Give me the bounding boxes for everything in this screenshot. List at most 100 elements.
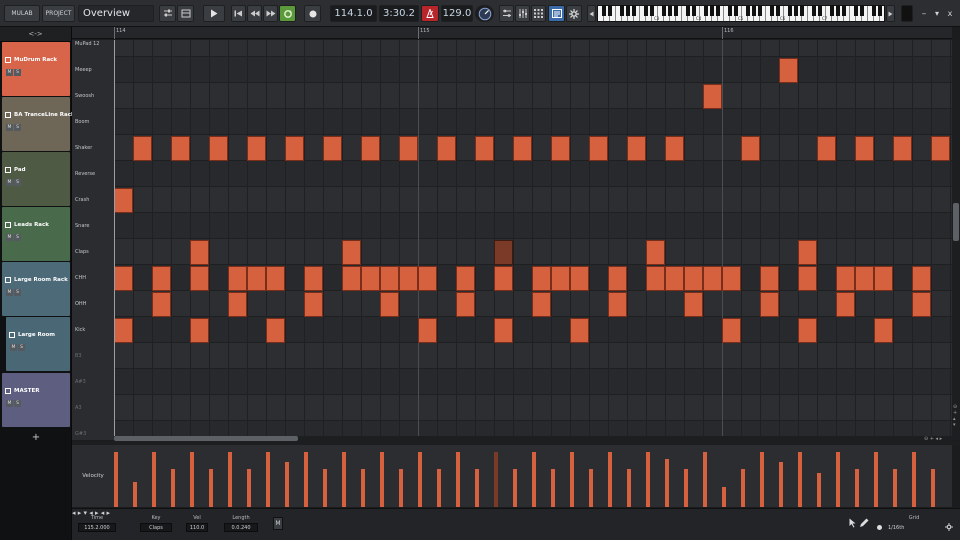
note-kick[interactable] [418,318,437,343]
settings-gear-icon[interactable] [566,5,582,22]
solo-button[interactable]: S [14,124,21,131]
note-chh[interactable] [836,266,855,291]
velocity-bar[interactable] [418,452,422,507]
note-chh[interactable] [190,266,209,291]
project-menu-button[interactable]: PROJECT [42,5,75,22]
black-key[interactable] [686,6,690,16]
rack-view-icon[interactable] [177,5,194,22]
note-shaker[interactable] [247,136,266,161]
velocity-bar[interactable] [209,469,213,507]
black-key[interactable] [884,6,885,16]
velocity-bar[interactable] [874,452,878,507]
grid-icon[interactable] [531,5,546,22]
vertical-zoom-icon[interactable]: ⊖ + ▴ ▾ [953,404,957,428]
note-shaker[interactable] [931,136,950,161]
black-key[interactable] [632,6,636,16]
lane-row[interactable] [114,83,952,109]
velocity-bar[interactable] [912,452,916,507]
note-kick[interactable] [190,318,209,343]
note-kick[interactable] [874,318,893,343]
time-display[interactable]: 3:30.2 [379,5,419,22]
note-ohh[interactable] [836,292,855,317]
velocity-bar[interactable] [304,452,308,507]
note-claps[interactable] [646,240,665,265]
lane-row[interactable] [114,57,952,83]
black-key[interactable] [776,6,780,16]
black-key[interactable] [860,6,864,16]
note-meeep[interactable] [779,58,798,83]
note-ohh[interactable] [608,292,627,317]
note-ohh[interactable] [304,292,323,317]
note-chh[interactable] [494,266,513,291]
velocity-bar[interactable] [513,469,517,507]
velocity-bar[interactable] [741,469,745,507]
track-5[interactable]: Large Room M S [6,317,70,371]
black-key[interactable] [716,6,720,16]
mute-button[interactable]: M [6,234,13,241]
m-button[interactable]: M [273,517,283,530]
black-key[interactable] [626,6,630,16]
velocity-bar[interactable] [779,462,783,507]
note-shaker[interactable] [437,136,456,161]
black-key[interactable] [788,6,792,16]
note-kick[interactable] [494,318,513,343]
note-chh[interactable] [608,266,627,291]
note-shaker[interactable] [893,136,912,161]
close-icon[interactable]: x [944,5,956,22]
black-key[interactable] [734,6,738,16]
black-key[interactable] [854,6,858,16]
velocity-bar[interactable] [152,452,156,507]
note-chh[interactable] [722,266,741,291]
black-key[interactable] [668,6,672,16]
note-shaker[interactable] [627,136,646,161]
lane-row[interactable] [114,317,952,343]
black-key[interactable] [704,6,708,16]
lane-label[interactable]: MuPad 12 [75,41,99,47]
velocity-bar[interactable] [380,452,384,507]
note-chh[interactable] [798,266,817,291]
velocity-bar[interactable] [855,469,859,507]
black-key[interactable] [752,6,756,16]
lane-row[interactable] [114,187,952,213]
note-crash[interactable] [114,188,133,213]
black-key[interactable] [758,6,762,16]
lane-label[interactable]: A#3 [75,379,86,385]
note-chh[interactable] [247,266,266,291]
lane-label[interactable]: Snare [75,223,89,229]
velocity-bar[interactable] [361,469,365,507]
lane-label[interactable]: Claps [75,249,89,255]
mute-button[interactable]: M [6,124,13,131]
velocity-bar[interactable] [247,469,251,507]
lane-label[interactable]: Swoosh [75,93,94,99]
lane-label[interactable]: A3 [75,405,82,411]
black-key[interactable] [710,6,714,16]
velocity-bar[interactable] [570,452,574,507]
lane-row[interactable] [114,40,952,57]
note-chh[interactable] [228,266,247,291]
velocity-bar[interactable] [456,452,460,507]
velocity-bar[interactable] [931,469,935,507]
keyboard-scroll-left-icon[interactable] [587,5,596,22]
note-chh[interactable] [456,266,475,291]
velocity-bar[interactable] [475,469,479,507]
tempo-display[interactable]: 129.0 [441,5,473,22]
mute-button[interactable]: M [6,179,13,186]
add-track-button[interactable]: + [0,430,72,445]
note-chh[interactable] [114,266,133,291]
track-0[interactable]: MuDrum Rack M S [2,42,70,96]
note-kick[interactable] [266,318,285,343]
vel-field-value[interactable]: 110.0 [186,523,208,532]
black-key[interactable] [872,6,876,16]
velocity-bar[interactable] [228,452,232,507]
lane-label[interactable]: Meeep [75,67,92,73]
maximize-icon[interactable]: ▾ [931,5,943,22]
tracks-header[interactable]: <-> [0,27,71,42]
velocity-bar[interactable] [798,452,802,507]
mixer-icon[interactable] [159,5,176,22]
playhead[interactable] [114,40,115,440]
velocity-bar[interactable] [114,452,118,507]
note-ohh[interactable] [912,292,931,317]
note-shaker[interactable] [475,136,494,161]
workspace-title-field[interactable]: Overview [78,5,154,22]
velocity-bar[interactable] [684,469,688,507]
